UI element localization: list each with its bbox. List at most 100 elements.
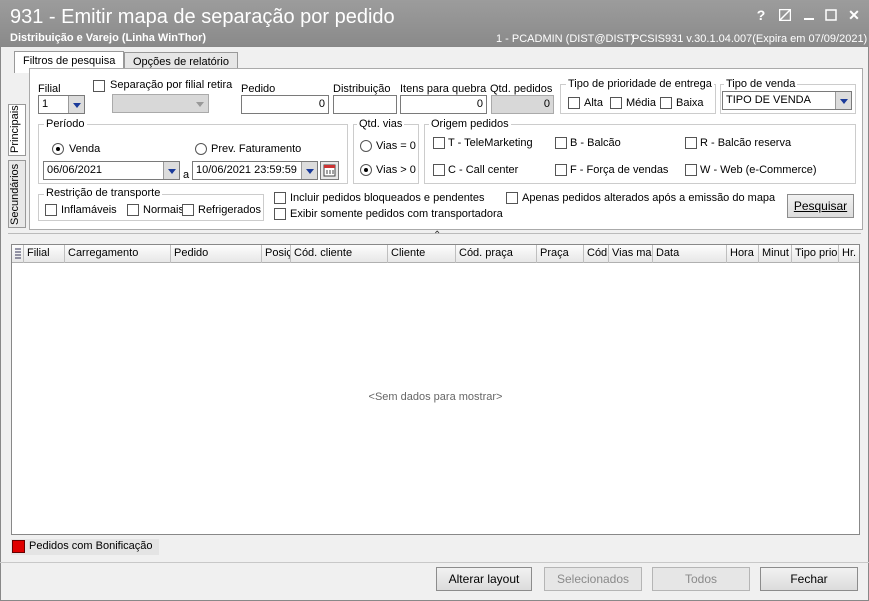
origem-balcao-checkbox[interactable] (555, 137, 567, 149)
prioridade-alta-checkbox[interactable] (568, 97, 580, 109)
maximize-icon[interactable] (822, 6, 840, 24)
tipo-venda-select[interactable]: TIPO DE VENDA (722, 91, 852, 110)
periodo-label: Período (44, 118, 87, 130)
periodo-prev-radio[interactable] (195, 143, 207, 155)
exibir-transportadora-checkbox[interactable] (274, 208, 286, 220)
origem-web-checkbox[interactable] (685, 164, 697, 176)
calendar-icon[interactable] (320, 161, 339, 180)
panel-splitter[interactable]: ⌃ (8, 230, 861, 241)
origem-telemarketing-checkbox[interactable] (433, 137, 445, 149)
fechar-button[interactable]: Fechar (760, 567, 858, 591)
separacao-select[interactable] (112, 94, 209, 113)
window-title: 931 - Emitir mapa de separação por pedid… (10, 6, 395, 28)
filial-label: Filial (38, 83, 61, 95)
apenas-alterados-checkbox[interactable] (506, 192, 518, 204)
results-grid: Filial Carregamento Pedido Posiç Cód. cl… (11, 244, 860, 535)
filial-select[interactable]: 1 (38, 95, 85, 114)
side-tab-secundarios[interactable]: Secundários (8, 160, 26, 228)
restricao-refrigerados-checkbox[interactable] (182, 204, 194, 216)
window-subtitle: Distribuição e Varejo (Linha WinThor) (10, 32, 207, 44)
chevron-down-icon[interactable] (68, 96, 84, 113)
pesquisar-button[interactable]: Pesquisar (787, 194, 854, 218)
qtd-pedidos-value: 0 (491, 95, 554, 114)
prioridade-baixa-label: Baixa (676, 97, 704, 109)
prioridade-alta-label: Alta (584, 97, 603, 109)
column-header[interactable]: Posiç (262, 245, 291, 263)
todos-button[interactable]: Todos (652, 567, 750, 591)
itens-quebra-label: Itens para quebra (400, 83, 487, 95)
prioridade-label: Tipo de prioridade de entrega (566, 78, 714, 90)
origem-forca-vendas-checkbox[interactable] (555, 164, 567, 176)
apenas-alterados-label: Apenas pedidos alterados após a emissão … (522, 192, 776, 204)
close-button[interactable]: ✕ (845, 6, 863, 24)
distribuicao-input[interactable] (333, 95, 397, 114)
chevron-down-icon[interactable] (163, 162, 179, 179)
periodo-prev-label: Prev. Faturamento (211, 143, 302, 155)
restricao-normais-checkbox[interactable] (127, 204, 139, 216)
column-header[interactable]: Minut (759, 245, 792, 263)
origem-balcao-label: B - Balcão (570, 137, 621, 149)
chevron-up-icon[interactable]: ⌃ (433, 230, 441, 241)
title-bar: 931 - Emitir mapa de separação por pedid… (0, 0, 869, 46)
origem-balcao-reserva-label: R - Balcão reserva (700, 137, 792, 149)
column-header[interactable]: Cód. cliente (291, 245, 388, 263)
legend-label: Pedidos com Bonificação (29, 540, 153, 552)
column-header[interactable]: Cód. praça (456, 245, 537, 263)
data-inicio-input[interactable]: 06/06/2021 (43, 161, 180, 180)
data-fim-value: 10/06/2021 23:59:59 (196, 164, 297, 176)
minimize-icon[interactable] (800, 6, 818, 24)
itens-quebra-input[interactable]: 0 (400, 95, 487, 114)
separacao-label: Separação por filial retira (110, 79, 233, 91)
help-button[interactable]: ? (752, 6, 770, 24)
origem-label: Origem pedidos (429, 118, 511, 130)
vias-zero-radio[interactable] (360, 140, 372, 152)
column-header[interactable]: Carregamento (65, 245, 171, 263)
column-header[interactable]: Hora (727, 245, 759, 263)
periodo-venda-label: Venda (69, 143, 101, 155)
restricao-normais-label: Normais (143, 204, 184, 216)
chevron-down-icon[interactable] (835, 92, 851, 109)
origem-call-center-checkbox[interactable] (433, 164, 445, 176)
data-separator: a (183, 169, 190, 181)
chevron-down-icon[interactable] (301, 162, 317, 179)
column-header[interactable]: Pedido (171, 245, 262, 263)
tipo-venda-label: Tipo de venda (724, 78, 798, 90)
column-header[interactable]: Cód (584, 245, 609, 263)
data-inicio-value: 06/06/2021 (47, 164, 103, 176)
chevron-down-icon (192, 95, 208, 112)
column-header[interactable]: Tipo prio (792, 245, 839, 263)
column-header[interactable]: Praça (537, 245, 584, 263)
column-header[interactable]: Cliente (388, 245, 456, 263)
column-header[interactable]: Hr. (839, 245, 859, 263)
column-header[interactable]: Filial (24, 245, 65, 263)
side-tab-principais[interactable]: Principais (8, 104, 26, 156)
prioridade-baixa-checkbox[interactable] (660, 97, 672, 109)
bonificacao-color-swatch (12, 540, 25, 553)
tipo-venda-value: TIPO DE VENDA (726, 94, 811, 106)
vias-maior-label: Vias > 0 (376, 164, 416, 176)
data-fim-input[interactable]: 10/06/2021 23:59:59 (192, 161, 318, 180)
alterar-layout-button[interactable]: Alterar layout (436, 567, 532, 591)
distribuicao-label: Distribuição (333, 83, 391, 95)
exibir-transportadora-label: Exibir somente pedidos com transportador… (290, 208, 503, 220)
restricao-inflamaveis-checkbox[interactable] (45, 204, 57, 216)
qtd-vias-label: Qtd. vias (357, 118, 405, 130)
filial-value: 1 (42, 98, 49, 110)
separacao-checkbox[interactable] (93, 80, 105, 92)
prioridade-media-checkbox[interactable] (610, 97, 622, 109)
column-header[interactable]: Data (653, 245, 727, 263)
origem-call-center-label: C - Call center (448, 164, 519, 176)
restore-icon[interactable] (776, 6, 794, 24)
column-header[interactable]: Vias mar (609, 245, 653, 263)
restricao-inflamaveis-label: Inflamáveis (61, 204, 117, 216)
pedido-input[interactable]: 0 (241, 95, 329, 114)
incluir-bloqueados-checkbox[interactable] (274, 192, 286, 204)
prioridade-media-label: Média (626, 97, 656, 109)
selecionados-button[interactable]: Selecionados (544, 567, 642, 591)
legend: Pedidos com Bonificação (11, 539, 159, 555)
vias-maior-radio[interactable] (360, 164, 372, 176)
qtd-pedidos-label: Qtd. pedidos (490, 83, 553, 95)
origem-balcao-reserva-checkbox[interactable] (685, 137, 697, 149)
periodo-venda-radio[interactable] (52, 143, 64, 155)
column-chooser-icon[interactable] (12, 245, 24, 263)
